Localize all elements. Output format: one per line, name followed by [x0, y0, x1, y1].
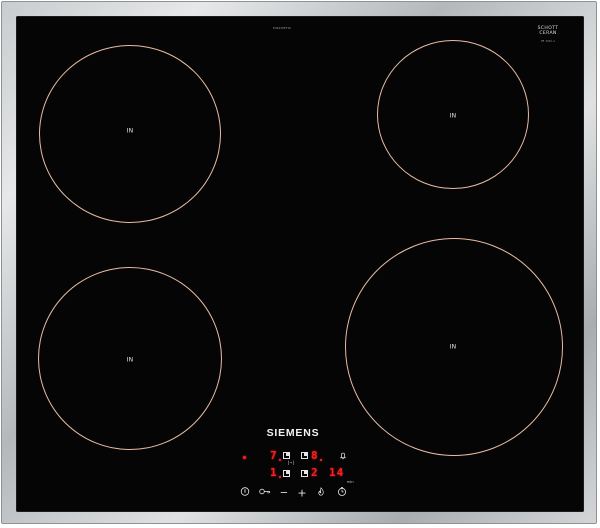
bell-icon[interactable]	[339, 451, 348, 463]
boost-icon[interactable]	[317, 487, 325, 499]
zone-select-bottom-right[interactable]	[301, 470, 308, 477]
display-bottom-left-digit: 1	[270, 466, 277, 479]
display-bottom-left-dot	[279, 476, 281, 478]
display-bottom-mid-digit: 2	[311, 466, 318, 479]
schott-ceran-sub: MF 3016-4	[541, 40, 555, 43]
schott-ceran-logo: SCHOTT CERAN MF 3016-4	[536, 26, 560, 43]
model-number: EU6430EF1E	[272, 26, 292, 30]
zone-rear-right-label: IN	[449, 112, 457, 120]
zone-front-left-label: IN	[126, 356, 134, 364]
display-timer: 14	[329, 466, 345, 479]
display-top-right-dot	[320, 459, 322, 461]
zone-select-top-right[interactable]	[301, 452, 308, 459]
display-top-left-dot	[279, 459, 281, 461]
power-icon[interactable]	[240, 487, 250, 500]
power-indicator	[243, 456, 246, 459]
display-top-right-digit: 8	[311, 449, 318, 462]
timer-icon[interactable]	[337, 487, 347, 500]
brand-logo: SIEMENS	[266, 427, 320, 439]
zone-link-icon: |→|	[287, 460, 295, 465]
schott-ceran-line2: CERAN	[539, 31, 557, 36]
zone-front-right-label: IN	[449, 343, 457, 351]
key-lock-icon[interactable]	[259, 488, 271, 499]
zone-select-top-left[interactable]	[283, 452, 290, 459]
zone-select-bottom-left[interactable]	[283, 470, 290, 477]
minus-icon[interactable]: −	[280, 488, 288, 498]
zone-rear-left-label: IN	[126, 127, 134, 135]
display-top-left-digit: 7	[270, 449, 277, 462]
timer-unit-label: min	[347, 480, 354, 484]
plus-icon[interactable]: +	[297, 488, 306, 499]
